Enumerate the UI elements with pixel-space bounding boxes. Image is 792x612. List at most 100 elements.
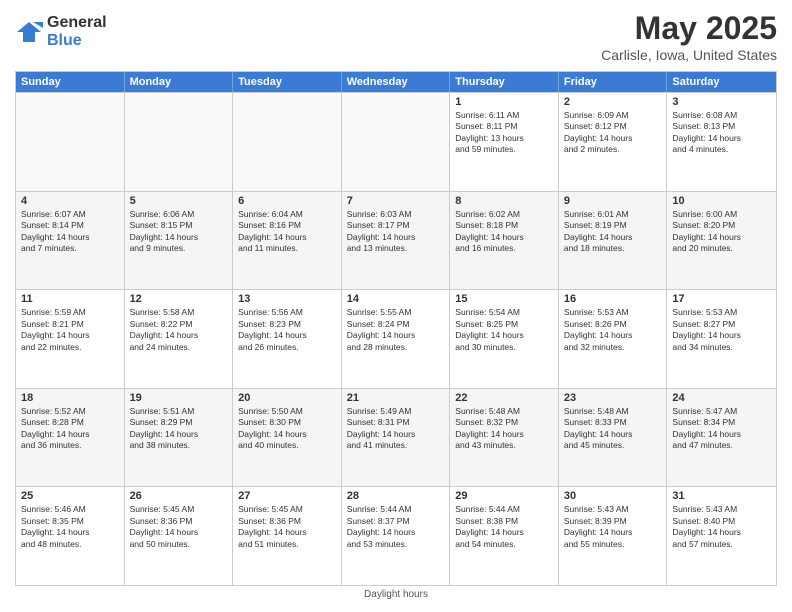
page: General Blue May 2025 Carlisle, Iowa, Un…	[0, 0, 792, 612]
day-number: 26	[130, 490, 228, 502]
cell-line: Daylight: 14 hours	[455, 330, 553, 341]
calendar-week-3: 11Sunrise: 5:59 AMSunset: 8:21 PMDayligh…	[16, 289, 776, 388]
day-number: 19	[130, 392, 228, 404]
cell-line: Daylight: 14 hours	[238, 527, 336, 538]
cell-line: Sunrise: 5:56 AM	[238, 307, 336, 318]
calendar-cell: 13Sunrise: 5:56 AMSunset: 8:23 PMDayligh…	[233, 290, 342, 388]
footer-note: Daylight hours	[15, 586, 777, 602]
day-number: 10	[672, 195, 771, 207]
calendar-cell: 15Sunrise: 5:54 AMSunset: 8:25 PMDayligh…	[450, 290, 559, 388]
calendar-cell: 31Sunrise: 5:43 AMSunset: 8:40 PMDayligh…	[667, 487, 776, 585]
cell-line: Sunrise: 5:46 AM	[21, 504, 119, 515]
cell-line: and 24 minutes.	[130, 342, 228, 353]
cell-line: and 54 minutes.	[455, 539, 553, 550]
calendar-week-5: 25Sunrise: 5:46 AMSunset: 8:35 PMDayligh…	[16, 486, 776, 585]
calendar-cell: 14Sunrise: 5:55 AMSunset: 8:24 PMDayligh…	[342, 290, 451, 388]
cell-line: Daylight: 14 hours	[347, 429, 445, 440]
cell-line: Sunrise: 5:47 AM	[672, 406, 771, 417]
day-number: 2	[564, 96, 662, 108]
cell-line: and 34 minutes.	[672, 342, 771, 353]
cell-line: Sunrise: 5:43 AM	[672, 504, 771, 515]
cell-line: and 7 minutes.	[21, 243, 119, 254]
cell-line: Daylight: 14 hours	[130, 232, 228, 243]
cell-line: Sunrise: 5:45 AM	[238, 504, 336, 515]
day-number: 9	[564, 195, 662, 207]
calendar-cell: 11Sunrise: 5:59 AMSunset: 8:21 PMDayligh…	[16, 290, 125, 388]
day-number: 15	[455, 293, 553, 305]
cell-line: and 32 minutes.	[564, 342, 662, 353]
day-number: 5	[130, 195, 228, 207]
cell-line: Sunset: 8:20 PM	[672, 220, 771, 231]
cell-line: and 20 minutes.	[672, 243, 771, 254]
cell-line: Daylight: 14 hours	[564, 232, 662, 243]
cell-line: Sunset: 8:16 PM	[238, 220, 336, 231]
cell-line: Sunset: 8:26 PM	[564, 319, 662, 330]
day-number: 16	[564, 293, 662, 305]
cell-line: Sunset: 8:39 PM	[564, 516, 662, 527]
cell-line: Sunset: 8:29 PM	[130, 417, 228, 428]
day-number: 14	[347, 293, 445, 305]
cell-line: and 38 minutes.	[130, 440, 228, 451]
cell-line: Daylight: 14 hours	[564, 133, 662, 144]
cell-line: Sunrise: 6:07 AM	[21, 209, 119, 220]
cell-line: Sunset: 8:30 PM	[238, 417, 336, 428]
calendar-header-thursday: Thursday	[450, 72, 559, 92]
cell-line: Sunrise: 5:50 AM	[238, 406, 336, 417]
cell-line: and 47 minutes.	[672, 440, 771, 451]
calendar-cell: 30Sunrise: 5:43 AMSunset: 8:39 PMDayligh…	[559, 487, 668, 585]
calendar-cell	[233, 93, 342, 191]
cell-line: Sunset: 8:38 PM	[455, 516, 553, 527]
cell-line: Sunrise: 6:02 AM	[455, 209, 553, 220]
cell-line: Sunrise: 5:58 AM	[130, 307, 228, 318]
calendar: SundayMondayTuesdayWednesdayThursdayFrid…	[15, 71, 777, 586]
calendar-cell: 3Sunrise: 6:08 AMSunset: 8:13 PMDaylight…	[667, 93, 776, 191]
cell-line: Sunrise: 5:59 AM	[21, 307, 119, 318]
calendar-cell	[342, 93, 451, 191]
cell-line: and 13 minutes.	[347, 243, 445, 254]
cell-line: Daylight: 14 hours	[238, 232, 336, 243]
calendar-cell: 2Sunrise: 6:09 AMSunset: 8:12 PMDaylight…	[559, 93, 668, 191]
cell-line: Sunset: 8:21 PM	[21, 319, 119, 330]
cell-line: Sunset: 8:12 PM	[564, 121, 662, 132]
cell-line: Sunset: 8:35 PM	[21, 516, 119, 527]
calendar-cell: 16Sunrise: 5:53 AMSunset: 8:26 PMDayligh…	[559, 290, 668, 388]
calendar-header-friday: Friday	[559, 72, 668, 92]
calendar-header-sunday: Sunday	[16, 72, 125, 92]
cell-line: Daylight: 13 hours	[455, 133, 553, 144]
cell-line: Sunset: 8:22 PM	[130, 319, 228, 330]
cell-line: Daylight: 14 hours	[347, 232, 445, 243]
cell-line: and 9 minutes.	[130, 243, 228, 254]
cell-line: and 22 minutes.	[21, 342, 119, 353]
cell-line: Sunrise: 5:44 AM	[347, 504, 445, 515]
cell-line: Sunset: 8:17 PM	[347, 220, 445, 231]
day-number: 13	[238, 293, 336, 305]
day-number: 18	[21, 392, 119, 404]
cell-line: Daylight: 14 hours	[672, 429, 771, 440]
logo-icon	[15, 18, 43, 46]
calendar-cell: 6Sunrise: 6:04 AMSunset: 8:16 PMDaylight…	[233, 192, 342, 290]
calendar-header-wednesday: Wednesday	[342, 72, 451, 92]
cell-line: Daylight: 14 hours	[347, 330, 445, 341]
cell-line: Sunset: 8:11 PM	[455, 121, 553, 132]
cell-line: Sunset: 8:31 PM	[347, 417, 445, 428]
cell-line: Sunset: 8:40 PM	[672, 516, 771, 527]
cell-line: and 55 minutes.	[564, 539, 662, 550]
calendar-week-4: 18Sunrise: 5:52 AMSunset: 8:28 PMDayligh…	[16, 388, 776, 487]
day-number: 4	[21, 195, 119, 207]
cell-line: Sunrise: 5:45 AM	[130, 504, 228, 515]
cell-line: Sunset: 8:36 PM	[238, 516, 336, 527]
cell-line: and 43 minutes.	[455, 440, 553, 451]
cell-line: Daylight: 14 hours	[564, 429, 662, 440]
cell-line: Sunrise: 6:03 AM	[347, 209, 445, 220]
day-number: 27	[238, 490, 336, 502]
cell-line: Daylight: 14 hours	[130, 429, 228, 440]
cell-line: Sunset: 8:33 PM	[564, 417, 662, 428]
cell-line: Daylight: 14 hours	[672, 330, 771, 341]
cell-line: Sunrise: 6:08 AM	[672, 110, 771, 121]
cell-line: Sunrise: 6:11 AM	[455, 110, 553, 121]
cell-line: Daylight: 14 hours	[347, 527, 445, 538]
day-number: 1	[455, 96, 553, 108]
cell-line: and 30 minutes.	[455, 342, 553, 353]
cell-line: Sunset: 8:34 PM	[672, 417, 771, 428]
cell-line: Sunset: 8:19 PM	[564, 220, 662, 231]
